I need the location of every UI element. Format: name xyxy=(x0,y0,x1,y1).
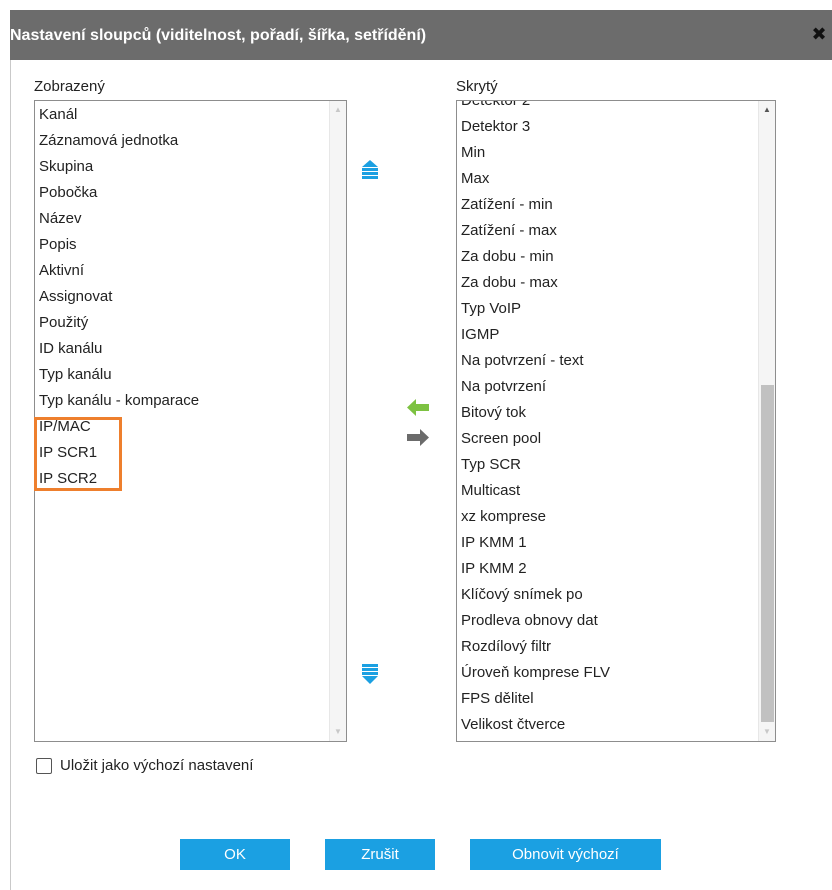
list-item[interactable]: Typ SCR xyxy=(457,452,757,478)
scrollbar-thumb[interactable] xyxy=(761,385,774,722)
arrow-right-icon[interactable] xyxy=(407,429,429,446)
scroll-up-icon[interactable]: ▲ xyxy=(330,103,346,117)
ok-button[interactable]: OK xyxy=(180,839,290,870)
save-default-checkbox[interactable] xyxy=(36,758,52,774)
list-item[interactable]: Na potvrzení xyxy=(457,374,757,400)
visible-columns-list[interactable]: Kanál Záznamová jednotka Skupina Pobočka Náz… xyxy=(34,100,347,742)
list-item[interactable]: Klíčový snímek po xyxy=(457,582,757,608)
list-item[interactable]: Detektor 3 xyxy=(457,114,757,140)
list-item[interactable]: Velikost čtverce xyxy=(457,712,757,738)
list-item[interactable]: Na potvrzení - text xyxy=(457,348,757,374)
list-item[interactable]: Typ kanálu xyxy=(35,362,328,388)
dialog-titlebar: Nastavení sloupců (viditelnost, pořadí, … xyxy=(10,10,832,60)
list-item[interactable]: Úroveň komprese FLV xyxy=(457,660,757,686)
list-item[interactable]: Bitový tok xyxy=(457,400,757,426)
list-item[interactable]: Zatížení - min xyxy=(457,192,757,218)
list-item[interactable]: Prodleva obnovy dat xyxy=(457,608,757,634)
list-item[interactable]: IGMP xyxy=(457,322,757,348)
list-item[interactable]: Aktivní xyxy=(35,258,328,284)
list-item[interactable]: Detektor 2 xyxy=(457,101,757,114)
visible-list-label: Zobrazený xyxy=(34,78,105,95)
save-default-label: Uložit jako výchozí nastavení xyxy=(60,757,254,774)
hidden-columns-list[interactable]: Detektor 2 Detektor 3 Min Max Zatížení - min… xyxy=(456,100,776,742)
close-icon[interactable]: ✖ xyxy=(810,24,828,44)
list-item[interactable]: Kanál xyxy=(35,102,328,128)
visible-columns-items: Kanál Záznamová jednotka Skupina Pobočka Náz… xyxy=(35,102,328,492)
list-item[interactable]: Typ kanálu - komparace xyxy=(35,388,328,414)
list-item[interactable]: Min xyxy=(457,140,757,166)
hidden-columns-items: Detektor 2 Detektor 3 Min Max Zatížení - min… xyxy=(457,101,757,738)
dialog-title: Nastavení sloupců (viditelnost, pořadí, … xyxy=(10,27,427,44)
list-item[interactable]: FPS dělitel xyxy=(457,686,757,712)
list-item[interactable]: IP KMM 2 xyxy=(457,556,757,582)
arrow-left-icon[interactable] xyxy=(407,399,429,416)
list-item[interactable]: Pobočka xyxy=(35,180,328,206)
list-item[interactable]: ID kanálu xyxy=(35,336,328,362)
list-item[interactable]: Popis xyxy=(35,232,328,258)
list-item[interactable]: IP SCR2 xyxy=(35,466,328,492)
list-item[interactable]: Název xyxy=(35,206,328,232)
scroll-down-icon[interactable]: ▼ xyxy=(759,725,775,739)
scroll-up-icon[interactable]: ▲ xyxy=(759,103,775,117)
list-item[interactable]: IP SCR1 xyxy=(35,440,328,466)
list-item[interactable]: Typ VoIP xyxy=(457,296,757,322)
move-to-top-icon[interactable] xyxy=(361,160,379,180)
list-item[interactable]: Zatížení - max xyxy=(457,218,757,244)
list-item[interactable]: Použitý xyxy=(35,310,328,336)
list-item[interactable]: IP/MAC xyxy=(35,414,328,440)
hidden-list-label: Skrytý xyxy=(456,78,498,95)
list-item[interactable]: Záznamová jednotka xyxy=(35,128,328,154)
list-item[interactable]: IP KMM 1 xyxy=(457,530,757,556)
hidden-list-scrollbar[interactable]: ▲ ▼ xyxy=(758,101,775,741)
scroll-down-icon[interactable]: ▼ xyxy=(330,725,346,739)
dialog-border xyxy=(10,60,11,890)
reset-default-button[interactable]: Obnovit výchozí xyxy=(470,839,661,870)
list-item[interactable]: Za dobu - max xyxy=(457,270,757,296)
move-to-bottom-icon[interactable] xyxy=(361,664,379,684)
list-item[interactable]: Max xyxy=(457,166,757,192)
column-settings-dialog: Nastavení sloupců (viditelnost, pořadí, … xyxy=(0,0,832,890)
list-item[interactable]: Assignovat xyxy=(35,284,328,310)
list-item[interactable]: Multicast xyxy=(457,478,757,504)
visible-list-scrollbar[interactable]: ▲ ▼ xyxy=(329,101,346,741)
list-item[interactable]: Screen pool xyxy=(457,426,757,452)
list-item[interactable]: xz komprese xyxy=(457,504,757,530)
list-item[interactable]: Za dobu - min xyxy=(457,244,757,270)
list-item[interactable]: Rozdílový filtr xyxy=(457,634,757,660)
cancel-button[interactable]: Zrušit xyxy=(325,839,435,870)
list-item[interactable]: Skupina xyxy=(35,154,328,180)
